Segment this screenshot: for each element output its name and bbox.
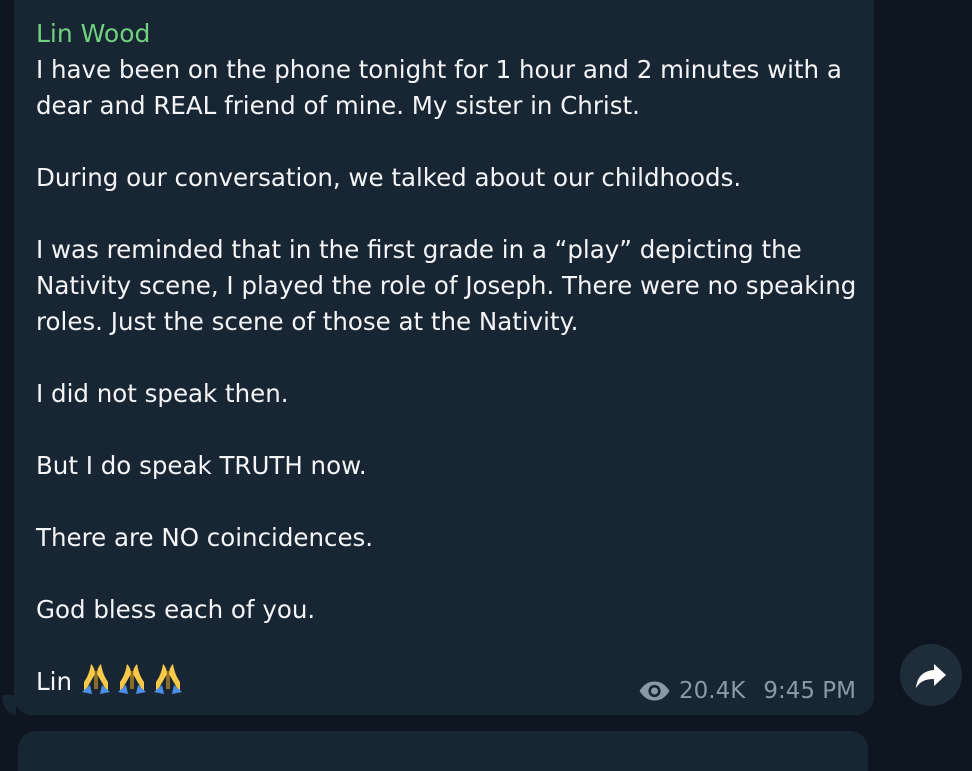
message-line: There are NO coincidences. — [36, 523, 374, 552]
folded-hands-icon — [81, 664, 110, 694]
message-paragraph: I have been on the phone tonight for 1 h… — [36, 52, 856, 124]
forward-arrow-icon — [916, 664, 946, 688]
eye-icon — [639, 681, 670, 701]
next-message-bubble — [18, 731, 868, 771]
folded-hands-emoji-group — [80, 659, 184, 695]
message-line: I was reminded that in the first grade i… — [36, 235, 802, 264]
message-signature-row: Lin — [36, 664, 184, 700]
message-paragraph: I did not speak then. — [36, 376, 856, 412]
message-bubble: Lin Wood I have been on the phone tonigh… — [14, 0, 874, 715]
message-line: I did not speak then. — [36, 379, 289, 408]
forward-button[interactable] — [900, 644, 962, 706]
folded-hands-icon — [117, 664, 146, 694]
folded-hands-icon — [153, 664, 182, 694]
view-count: 20.4K — [679, 678, 746, 704]
sender-name[interactable]: Lin Wood — [36, 18, 150, 50]
message-line: Nativity scene, I played the role of Jos… — [36, 271, 857, 300]
message-line: I have been on the phone tonight for 1 h… — [36, 55, 842, 84]
message-line: But I do speak TRUTH now. — [36, 451, 367, 480]
message-meta: 20.4K 9:45 PM — [638, 674, 856, 708]
message-line: God bless each of you. — [36, 595, 316, 624]
message-text: I have been on the phone tonight for 1 h… — [36, 52, 856, 664]
signature-text: Lin — [36, 667, 72, 696]
message-line: During our conversation, we talked about… — [36, 163, 742, 192]
message-paragraph: I was reminded that in the first grade i… — [36, 232, 856, 340]
message-line: dear and REAL friend of mine. My sister … — [36, 91, 640, 120]
message-paragraph: God bless each of you. — [36, 592, 856, 628]
message-paragraph: During our conversation, we talked about… — [36, 160, 856, 196]
message-paragraph: But I do speak TRUTH now. — [36, 448, 856, 484]
message-line: roles. Just the scene of those at the Na… — [36, 307, 579, 336]
message-paragraph: There are NO coincidences. — [36, 520, 856, 556]
message-time: 9:45 PM — [763, 678, 856, 704]
